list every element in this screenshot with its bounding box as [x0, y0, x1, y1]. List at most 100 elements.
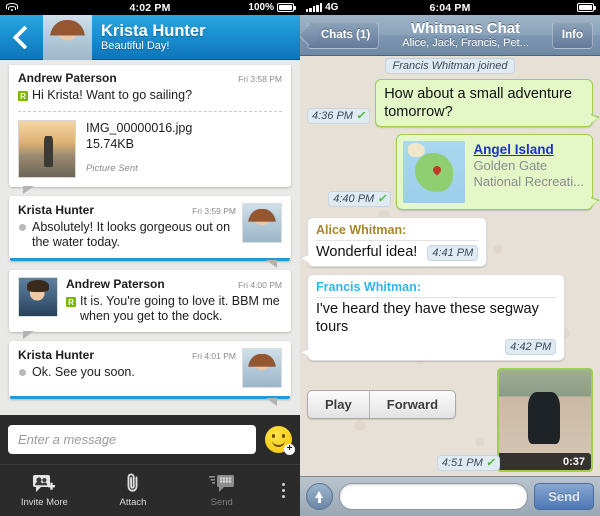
message-header: Andrew Paterson Fri 3:58 PM — [9, 65, 291, 88]
map-thumbnail[interactable] — [403, 141, 466, 203]
header-meta: Krista Hunter Beautiful Day! — [92, 15, 300, 60]
video-timestamp-row: 4:51 PM ✓ — [307, 455, 500, 474]
contact-name: Krista Hunter — [101, 21, 206, 40]
message-input[interactable]: Enter a message — [8, 425, 256, 454]
bbm-composer: Enter a message + Invite More Attach Sen… — [0, 415, 300, 516]
whatsapp-nav-bar: Chats (1) Whitmans Chat Alice, Jack, Fra… — [300, 15, 600, 56]
delivered-tick-icon: ✓ — [355, 110, 366, 122]
upload-arrow-icon[interactable] — [306, 483, 333, 510]
message-text-row: Wonderful idea! 4:41 PM — [316, 243, 479, 261]
bbm-message-list[interactable]: Andrew Paterson Fri 3:58 PM R Hi Krista!… — [0, 60, 300, 415]
message-column: Krista Hunter Fri 4:01 PM Ok. See you so… — [18, 348, 236, 388]
invite-more-label: Invite More — [20, 497, 68, 508]
attach-button[interactable]: Attach — [89, 472, 178, 508]
message-column: Krista Hunter Fri 3:59 PM Absolutely! It… — [18, 203, 236, 250]
back-button[interactable] — [0, 15, 43, 60]
message-sender: Krista Hunter — [18, 203, 95, 217]
signal-bars-icon — [306, 3, 323, 12]
location-card: Angel Island Golden Gate National Recrea… — [403, 141, 584, 203]
message-text: Absolutely! It looks gorgeous out on the… — [32, 220, 231, 249]
message-text: It is. You're going to love it. BBM me w… — [80, 294, 280, 323]
message-bubble[interactable]: How about a small adventure tomorrow? — [375, 79, 600, 127]
message-row: Francis Whitman: I've heard they have th… — [300, 274, 593, 361]
contact-status: Beautiful Day! — [101, 39, 170, 52]
timestamp-text: 4:36 PM — [312, 110, 353, 122]
message-bubble[interactable]: Andrew Paterson Fri 3:58 PM R Hi Krista!… — [9, 65, 291, 194]
bubble-tail — [266, 260, 277, 268]
message-input[interactable] — [339, 483, 529, 510]
message-sender: Francis Whitman: — [316, 280, 557, 298]
smiley-eye-left — [272, 434, 275, 438]
contact-avatar[interactable] — [43, 15, 92, 60]
video-action-buttons: Play Forward — [307, 390, 457, 419]
message-header: Krista Hunter Fri 4:01 PM — [18, 348, 236, 365]
message-bubble[interactable]: Francis Whitman: I've heard they have th… — [300, 274, 566, 361]
timestamp-text: 4:40 PM — [333, 193, 375, 205]
message-text-row: R It is. You're going to love it. BBM me… — [66, 294, 282, 324]
message-content: Krista Hunter Fri 3:59 PM Absolutely! It… — [9, 196, 291, 258]
video-actions-wrap: Play Forward — [307, 368, 497, 419]
play-button[interactable]: Play — [308, 391, 369, 418]
message-row: Alice Whitman: Wonderful idea! 4:41 PM — [300, 217, 593, 267]
read-indicator-bar — [10, 396, 290, 399]
attachment-status: Picture Sent — [86, 163, 138, 174]
sender-avatar[interactable] — [18, 277, 58, 317]
read-indicator-bar — [10, 258, 290, 261]
composer-input-row: Enter a message + — [0, 415, 300, 465]
status-clock: 4:02 PM — [129, 1, 171, 14]
wifi-icon — [6, 2, 18, 13]
chat-participants: Alice, Jack, Francis, Pet... — [402, 36, 529, 49]
info-button[interactable]: Info — [551, 21, 593, 49]
overflow-menu-icon[interactable] — [266, 482, 300, 498]
message-bubble[interactable]: Andrew Paterson Fri 4:00 PM R It is. You… — [9, 270, 291, 339]
location-bubble[interactable]: Angel Island Golden Gate National Recrea… — [396, 134, 600, 210]
location-title[interactable]: Angel Island — [473, 141, 584, 158]
status-right — [524, 3, 596, 12]
message-row: 4:36 PM ✓ How about a small adventure to… — [307, 79, 600, 127]
sender-avatar[interactable] — [242, 203, 282, 243]
send-button[interactable]: Send — [534, 483, 594, 510]
message-timestamp: 4:41 PM — [427, 245, 479, 261]
message-sender: Andrew Paterson — [66, 277, 165, 291]
message-bubble[interactable]: Krista Hunter Fri 3:59 PM Absolutely! It… — [9, 196, 291, 268]
dual-phone-screenshot: 4:02 PM 100% Krista Hunter Beautiful Day… — [0, 0, 600, 516]
message-bubble[interactable]: Krista Hunter Fri 4:01 PM Ok. See you so… — [9, 341, 291, 406]
message-sender: Andrew Paterson — [18, 71, 117, 85]
location-subtitle-2: National Recreati... — [473, 174, 584, 189]
delivered-tick-icon: ✓ — [485, 457, 495, 469]
video-duration: 0:37 — [562, 455, 585, 468]
segway-video-thumbnail[interactable]: 0:37 — [497, 368, 593, 472]
whatsapp-composer: Send — [300, 476, 600, 516]
location-labels: Angel Island Golden Gate National Recrea… — [473, 141, 584, 190]
message-content: Andrew Paterson Fri 4:00 PM R It is. You… — [9, 270, 291, 332]
message-text: Hi Krista! Want to go sailing? — [32, 88, 193, 102]
battery-percent-label: 100% — [248, 2, 274, 13]
attachment-thumbnail[interactable] — [18, 120, 76, 178]
message-timestamp: 4:42 PM — [505, 339, 557, 355]
message-content: Krista Hunter Fri 4:01 PM Ok. See you so… — [9, 341, 291, 396]
r-badge-icon: R — [66, 297, 76, 307]
chats-back-label: Chats (1) — [321, 29, 371, 41]
message-column: Andrew Paterson Fri 4:00 PM R It is. You… — [66, 277, 282, 324]
attachment-block[interactable]: IMG_00000016.jpg 15.74KB Picture Sent — [9, 112, 291, 187]
message-text: I've heard they have these segway tours — [316, 301, 539, 335]
sender-avatar[interactable] — [242, 348, 282, 388]
forward-button[interactable]: Forward — [368, 391, 455, 418]
message-timestamp: 4:40 PM ✓ — [328, 191, 392, 207]
timestamp-text: 4:51 PM — [441, 457, 483, 469]
message-text-row: R Hi Krista! Want to go sailing? — [9, 88, 291, 111]
message-text-row: Absolutely! It looks gorgeous out on the… — [18, 220, 236, 250]
chats-back-button[interactable]: Chats (1) — [307, 21, 380, 49]
bubble-tail — [23, 331, 34, 339]
right-status-bar: 4G 6:04 PM — [300, 0, 600, 15]
battery-icon — [577, 3, 596, 12]
info-label: Info — [561, 29, 583, 41]
dot — [281, 482, 285, 486]
battery-full-icon — [277, 3, 296, 12]
message-bubble[interactable]: Alice Whitman: Wonderful idea! 4:41 PM — [300, 217, 488, 267]
send-button[interactable]: Send — [177, 472, 266, 508]
whatsapp-message-list[interactable]: Francis Whitman joined 4:36 PM ✓ How abo… — [300, 56, 600, 476]
invite-more-button[interactable]: Invite More — [0, 472, 89, 508]
composer-toolbar: Invite More Attach Send — [0, 465, 300, 515]
smiley-add-icon[interactable]: + — [265, 426, 295, 455]
